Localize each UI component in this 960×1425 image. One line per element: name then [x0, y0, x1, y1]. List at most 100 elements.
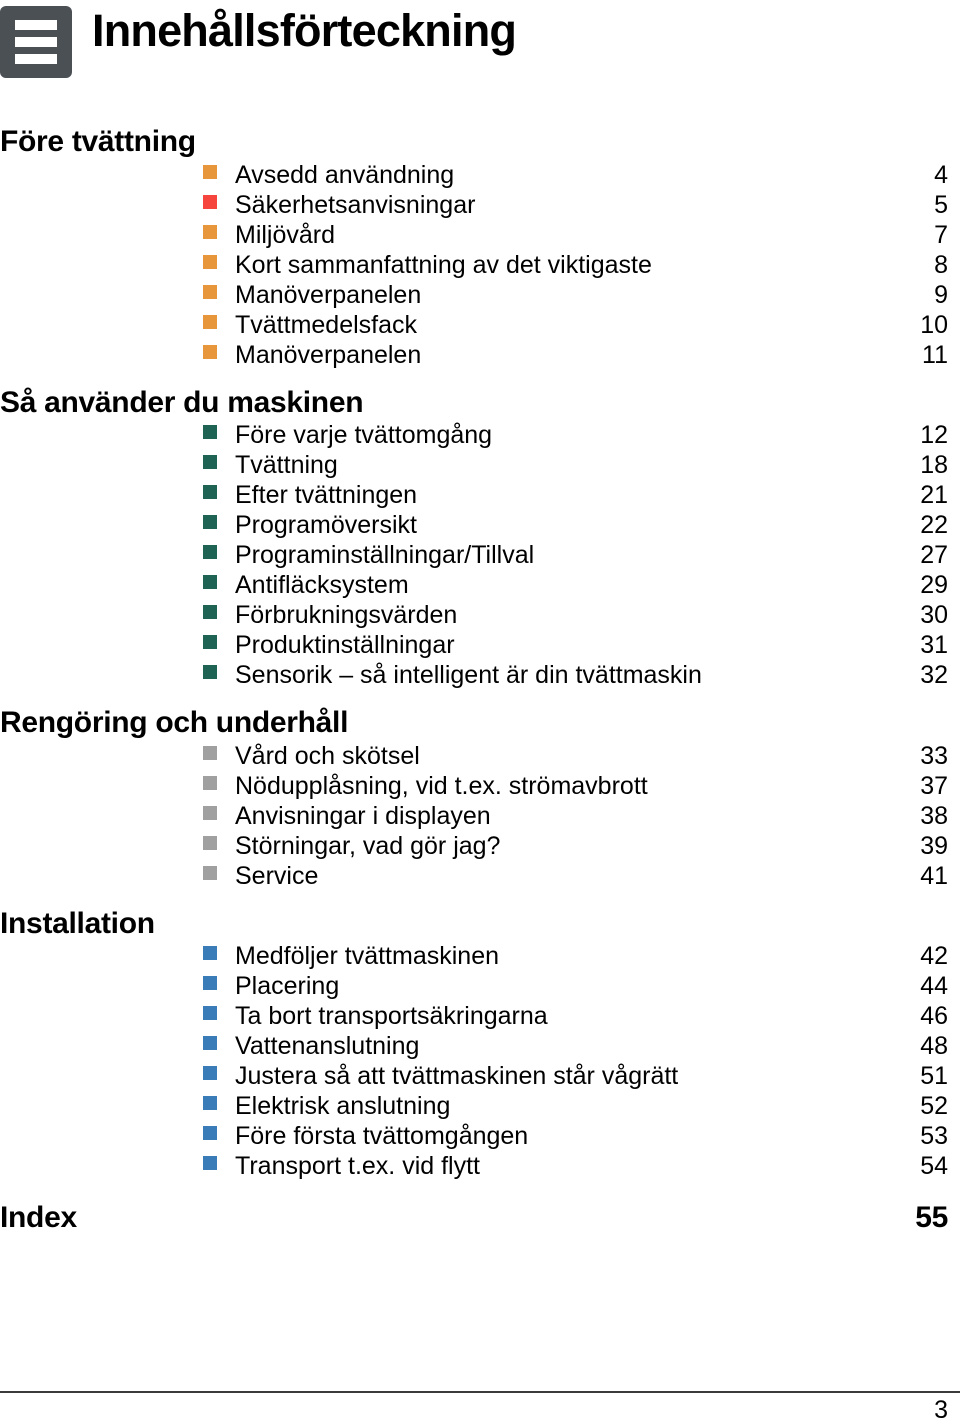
toc-entry[interactable]: Service 41 [0, 861, 960, 891]
toc-entry-page-number: 52 [920, 1092, 948, 1120]
menu-bar-1 [15, 20, 57, 30]
square-bullet-icon [203, 665, 217, 679]
toc-entry[interactable]: Störningar, vad gör jag? 39 [0, 831, 960, 861]
toc-entry-page-number: 42 [920, 942, 948, 970]
toc-entry-label: Programinställningar/Tillval [235, 541, 535, 569]
toc-entry-page-number: 10 [920, 310, 948, 339]
toc-entry-page-number: 18 [920, 451, 948, 479]
toc-entry-page-number: 44 [920, 972, 948, 1000]
square-bullet-icon [203, 515, 217, 529]
toc-entry[interactable]: Elektrisk anslutning 52 [0, 1091, 960, 1121]
section-entry-list: Medföljer tvättmaskinen 42 Placering 44 Ta b… [0, 941, 960, 1181]
square-bullet-icon [203, 946, 217, 960]
toc-entry-label: Förbrukningsvärden [235, 601, 458, 629]
page-title: Innehållsförteckning [92, 5, 517, 56]
toc-entry[interactable]: Kort sammanfattning av det viktigaste 8 [0, 250, 960, 280]
toc-entry[interactable]: Efter tvättningen 21 [0, 480, 960, 510]
page-header: Innehållsförteckning [0, 4, 517, 78]
square-bullet-icon [203, 545, 217, 559]
toc-entry-page-number: 7 [934, 220, 948, 249]
toc-entry-page-number: 51 [920, 1062, 948, 1090]
toc-entry[interactable]: Före varje tvättomgång 12 [0, 420, 960, 450]
square-bullet-icon [203, 976, 217, 990]
square-bullet-icon [203, 485, 217, 499]
square-bullet-icon [203, 194, 217, 209]
square-bullet-icon [203, 865, 217, 880]
toc-entry-label: Transport t.ex. vid flytt [235, 1152, 480, 1180]
toc-entry-page-number: 11 [922, 340, 948, 369]
toc-entry[interactable]: Miljövård 7 [0, 220, 960, 250]
toc-entry-page-number: 5 [934, 190, 948, 219]
toc-entry[interactable]: Förbrukningsvärden 30 [0, 600, 960, 630]
toc-entry-label: Efter tvättningen [235, 481, 418, 509]
toc-entry-label: Produktinställningar [235, 631, 455, 659]
toc-entry-page-number: 41 [920, 861, 948, 890]
square-bullet-icon [203, 775, 217, 790]
hamburger-menu-icon [0, 6, 72, 78]
toc-entry-label: Anvisningar i displayen [235, 801, 491, 830]
section-entry-list: Avsedd användning 4 Säkerhetsanvisningar 5 M… [0, 160, 960, 370]
menu-bar-2 [15, 37, 57, 47]
toc-entry[interactable]: Tvättning 18 [0, 450, 960, 480]
toc-entry[interactable]: Vård och skötsel 33 [0, 741, 960, 771]
square-bullet-icon [203, 1096, 217, 1110]
square-bullet-icon [203, 575, 217, 589]
square-bullet-icon [203, 605, 217, 619]
toc-entry[interactable]: Produktinställningar 31 [0, 630, 960, 660]
toc-entry[interactable]: Manöverpanelen 11 [0, 340, 960, 370]
toc-entry-label: Justera så att tvättmaskinen står vågrät… [235, 1062, 679, 1090]
toc-entry-page-number: 9 [934, 280, 948, 309]
index-page-number: 55 [915, 1201, 948, 1234]
square-bullet-icon [203, 1066, 217, 1080]
toc-entry[interactable]: Medföljer tvättmaskinen 42 [0, 941, 960, 971]
toc-entry-page-number: 31 [920, 631, 948, 659]
toc-entry-label: Manöverpanelen [235, 280, 422, 309]
toc-entry-label: Antifläcksystem [235, 571, 409, 599]
square-bullet-icon [203, 455, 217, 469]
toc-entry[interactable]: Nödupplåsning, vid t.ex. strömavbrott 37 [0, 771, 960, 801]
toc-entry-label: Säkerhetsanvisningar [235, 190, 476, 219]
footer-page-number: 3 [934, 1396, 948, 1424]
square-bullet-icon [203, 1036, 217, 1050]
toc-entry-label: Ta bort transportsäkringarna [235, 1002, 548, 1030]
toc-section: Före tvättning Avsedd användning 4 Säkerhet… [0, 126, 960, 370]
toc-entry[interactable]: Programinställningar/Tillval 27 [0, 540, 960, 570]
section-title: Rengöring och underhåll [0, 706, 349, 739]
toc-entry[interactable]: Avsedd användning 4 [0, 160, 960, 190]
toc-entry-page-number: 22 [920, 511, 948, 539]
square-bullet-icon [203, 254, 217, 269]
toc-entry[interactable]: Programöversikt 22 [0, 510, 960, 540]
square-bullet-icon [203, 314, 217, 329]
toc-entry-label: Före första tvättomgången [235, 1122, 529, 1150]
toc-entry[interactable]: Sensorik – så intelligent är din tvättma… [0, 660, 960, 690]
toc-entry-label: Vattenanslutning [235, 1032, 420, 1060]
toc-entry-label: Avsedd användning [235, 160, 455, 189]
toc-entry-page-number: 8 [934, 250, 948, 279]
section-entry-list: Före varje tvättomgång 12 Tvättning 18 Efter… [0, 420, 960, 690]
toc-entry[interactable]: Vattenanslutning 48 [0, 1031, 960, 1061]
toc-entry[interactable]: Säkerhetsanvisningar 5 [0, 190, 960, 220]
toc-entry[interactable]: Transport t.ex. vid flytt 54 [0, 1151, 960, 1181]
toc-entry[interactable]: Placering 44 [0, 971, 960, 1001]
toc-entry-page-number: 21 [920, 481, 948, 509]
toc-entry-page-number: 48 [920, 1032, 948, 1060]
square-bullet-icon [203, 745, 217, 760]
toc-entry-page-number: 39 [920, 831, 948, 860]
toc-entry[interactable]: Tvättmedelsfack 10 [0, 310, 960, 340]
toc-entry[interactable]: Justera så att tvättmaskinen står vågrät… [0, 1061, 960, 1091]
toc-entry[interactable]: Manöverpanelen 9 [0, 280, 960, 310]
toc-entry[interactable]: Ta bort transportsäkringarna 46 [0, 1001, 960, 1031]
toc-entry-page-number: 38 [920, 801, 948, 830]
toc-entry-page-number: 4 [934, 160, 948, 189]
toc-entry[interactable]: Antifläcksystem 29 [0, 570, 960, 600]
toc-index-entry[interactable]: Index 55 [0, 1201, 960, 1235]
toc-entry[interactable]: Före första tvättomgången 53 [0, 1121, 960, 1151]
toc-entry-page-number: 53 [920, 1122, 948, 1150]
square-bullet-icon [203, 635, 217, 649]
square-bullet-icon [203, 835, 217, 850]
toc-entry-label: Placering [235, 972, 340, 1000]
toc-entry-page-number: 54 [920, 1152, 948, 1180]
section-entry-list: Vård och skötsel 33 Nödupplåsning, vid t.e… [0, 741, 960, 891]
toc-entry[interactable]: Anvisningar i displayen 38 [0, 801, 960, 831]
square-bullet-icon [203, 805, 217, 820]
